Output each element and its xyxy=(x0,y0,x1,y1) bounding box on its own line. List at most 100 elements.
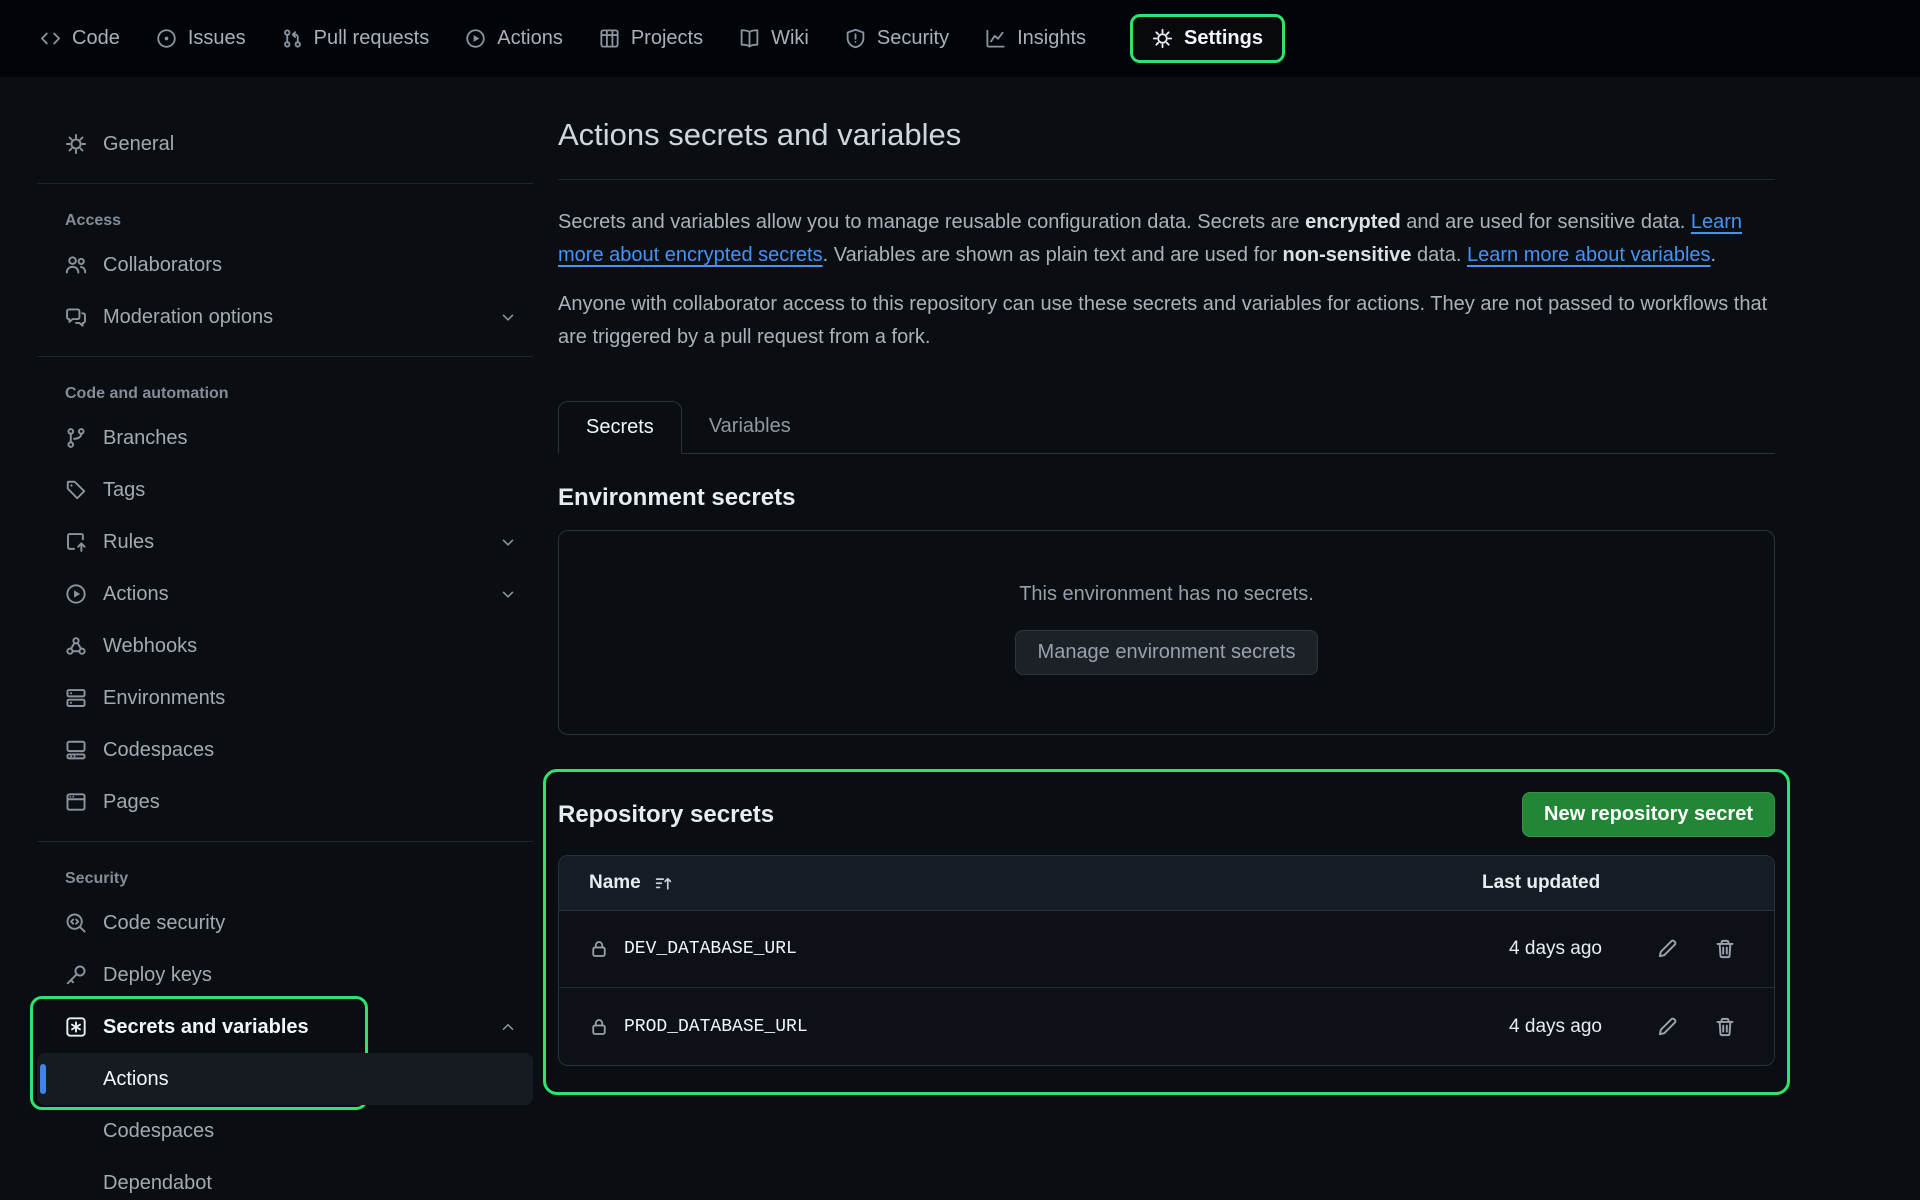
main-content: Actions secrets and variables Secrets an… xyxy=(558,77,1775,1095)
secrets-and-variables-group: Secrets and variables Actions xyxy=(37,1001,533,1105)
pencil-icon[interactable] xyxy=(1656,938,1678,960)
sidebar-item-codespaces[interactable]: Codespaces xyxy=(37,724,533,776)
sidebar-item-code-security[interactable]: Code security xyxy=(37,897,533,949)
project-icon xyxy=(599,28,620,49)
tab-insights-label: Insights xyxy=(1017,27,1086,50)
tab-variables[interactable]: Variables xyxy=(682,400,818,453)
intro-bold-non-sensitive: non-sensitive xyxy=(1283,244,1412,266)
title-divider xyxy=(558,179,1775,180)
table-header-row: Name Last updated xyxy=(559,856,1774,911)
repository-secrets-heading: Repository secrets xyxy=(558,801,774,829)
name-header-label: Name xyxy=(589,872,641,894)
tab-pull-requests[interactable]: Pull requests xyxy=(282,27,430,50)
sidebar-subitem-dependabot[interactable]: Dependabot xyxy=(37,1157,533,1200)
last-updated-column-header: Last updated xyxy=(1474,872,1774,894)
tab-code-label: Code xyxy=(72,27,120,50)
sidebar-divider xyxy=(37,183,533,184)
tab-secrets[interactable]: Secrets xyxy=(558,401,682,454)
tab-code[interactable]: Code xyxy=(40,27,120,50)
tab-actions[interactable]: Actions xyxy=(465,27,563,50)
trash-icon[interactable] xyxy=(1714,1016,1736,1038)
sidebar-item-label: Rules xyxy=(103,531,154,554)
book-icon xyxy=(739,28,760,49)
sidebar-item-moderation-options[interactable]: Moderation options xyxy=(37,291,533,343)
environment-secrets-empty-box: This environment has no secrets. Manage … xyxy=(558,530,1775,735)
sidebar-item-label: Actions xyxy=(103,583,169,606)
sidebar-item-general[interactable]: General xyxy=(37,118,533,170)
tab-security-label: Security xyxy=(877,27,949,50)
link-variables[interactable]: Learn more about variables xyxy=(1467,244,1710,266)
git-pull-request-icon xyxy=(282,28,303,49)
tab-pull-requests-label: Pull requests xyxy=(314,27,430,50)
chevron-down-icon xyxy=(499,585,517,603)
secrets-variables-tabbar: Secrets Variables xyxy=(558,400,1775,454)
table-row: PROD_DATABASE_URL 4 days ago xyxy=(559,988,1774,1065)
browser-icon xyxy=(65,791,87,813)
intro-bold-encrypted: encrypted xyxy=(1305,211,1401,233)
rules-icon xyxy=(65,531,87,553)
repo-tab-bar: Code Issues Pull requests Actions Projec… xyxy=(0,0,1920,77)
secret-row-actions xyxy=(1602,938,1774,960)
sidebar-item-label: Moderation options xyxy=(103,306,273,329)
tab-security[interactable]: Security xyxy=(845,27,949,50)
play-icon xyxy=(465,28,486,49)
sidebar-subitem-codespaces[interactable]: Codespaces xyxy=(37,1105,533,1157)
sidebar-item-rules[interactable]: Rules xyxy=(37,516,533,568)
sidebar-item-actions[interactable]: Actions xyxy=(37,568,533,620)
intro-text: and are used for sensitive data. xyxy=(1401,211,1691,233)
intro-text: data. xyxy=(1411,244,1467,266)
secret-updated-cell: 4 days ago xyxy=(1472,1016,1602,1038)
webhook-icon xyxy=(65,635,87,657)
sidebar-item-collaborators[interactable]: Collaborators xyxy=(37,239,533,291)
sidebar-item-label: Pages xyxy=(103,791,160,814)
play-icon xyxy=(65,583,87,605)
sidebar-item-label: Code security xyxy=(103,912,225,935)
git-branch-icon xyxy=(65,427,87,449)
intro-paragraph: Secrets and variables allow you to manag… xyxy=(558,206,1775,272)
manage-environment-secrets-button[interactable]: Manage environment secrets xyxy=(1015,630,1319,675)
sidebar-item-pages[interactable]: Pages xyxy=(37,776,533,828)
environment-secrets-heading: Environment secrets xyxy=(558,484,1775,512)
sidebar-section-security: Security xyxy=(37,855,533,897)
secret-name: PROD_DATABASE_URL xyxy=(624,1017,808,1037)
tab-issues[interactable]: Issues xyxy=(156,27,246,50)
intro-text: . Variables are shown as plain text and … xyxy=(823,244,1283,266)
sidebar-item-branches[interactable]: Branches xyxy=(37,412,533,464)
lock-icon xyxy=(589,1017,609,1037)
sidebar-item-secrets-and-variables[interactable]: Secrets and variables xyxy=(37,1001,533,1053)
chevron-down-icon xyxy=(499,308,517,326)
secret-name: DEV_DATABASE_URL xyxy=(624,939,797,959)
tab-wiki-label: Wiki xyxy=(771,27,809,50)
gear-icon xyxy=(65,133,87,155)
new-repository-secret-button[interactable]: New repository secret xyxy=(1522,792,1775,837)
secret-name-cell: PROD_DATABASE_URL xyxy=(559,1017,1472,1037)
sort-asc-icon[interactable] xyxy=(654,874,673,893)
trash-icon[interactable] xyxy=(1714,938,1736,960)
annotation-highlight-repository-secrets: Repository secrets New repository secret… xyxy=(543,769,1790,1095)
graph-icon xyxy=(985,28,1006,49)
sidebar-subitem-label: Dependabot xyxy=(103,1172,212,1195)
secret-updated-cell: 4 days ago xyxy=(1472,938,1602,960)
intro-text: Secrets and variables allow you to manag… xyxy=(558,211,1305,233)
sidebar-item-deploy-keys[interactable]: Deploy keys xyxy=(37,949,533,1001)
sidebar-item-environments[interactable]: Environments xyxy=(37,672,533,724)
sidebar-subitem-label: Actions xyxy=(103,1068,169,1091)
annotation-highlight-settings: Settings xyxy=(1130,14,1285,63)
intro-text: . xyxy=(1711,244,1717,266)
people-icon xyxy=(65,254,87,276)
tab-wiki[interactable]: Wiki xyxy=(739,27,809,50)
tab-projects-label: Projects xyxy=(631,27,703,50)
sidebar-item-tags[interactable]: Tags xyxy=(37,464,533,516)
sidebar-section-code-and-automation: Code and automation xyxy=(37,370,533,412)
sidebar-item-webhooks[interactable]: Webhooks xyxy=(37,620,533,672)
environments-icon xyxy=(65,687,87,709)
tab-projects[interactable]: Projects xyxy=(599,27,703,50)
tab-settings[interactable]: Settings xyxy=(1152,27,1263,50)
tab-insights[interactable]: Insights xyxy=(985,27,1086,50)
sidebar-item-label: Branches xyxy=(103,427,188,450)
sidebar-subitem-actions[interactable]: Actions xyxy=(37,1053,533,1105)
tag-icon xyxy=(65,479,87,501)
pencil-icon[interactable] xyxy=(1656,1016,1678,1038)
sidebar-item-label: Webhooks xyxy=(103,635,197,658)
shield-icon xyxy=(845,28,866,49)
